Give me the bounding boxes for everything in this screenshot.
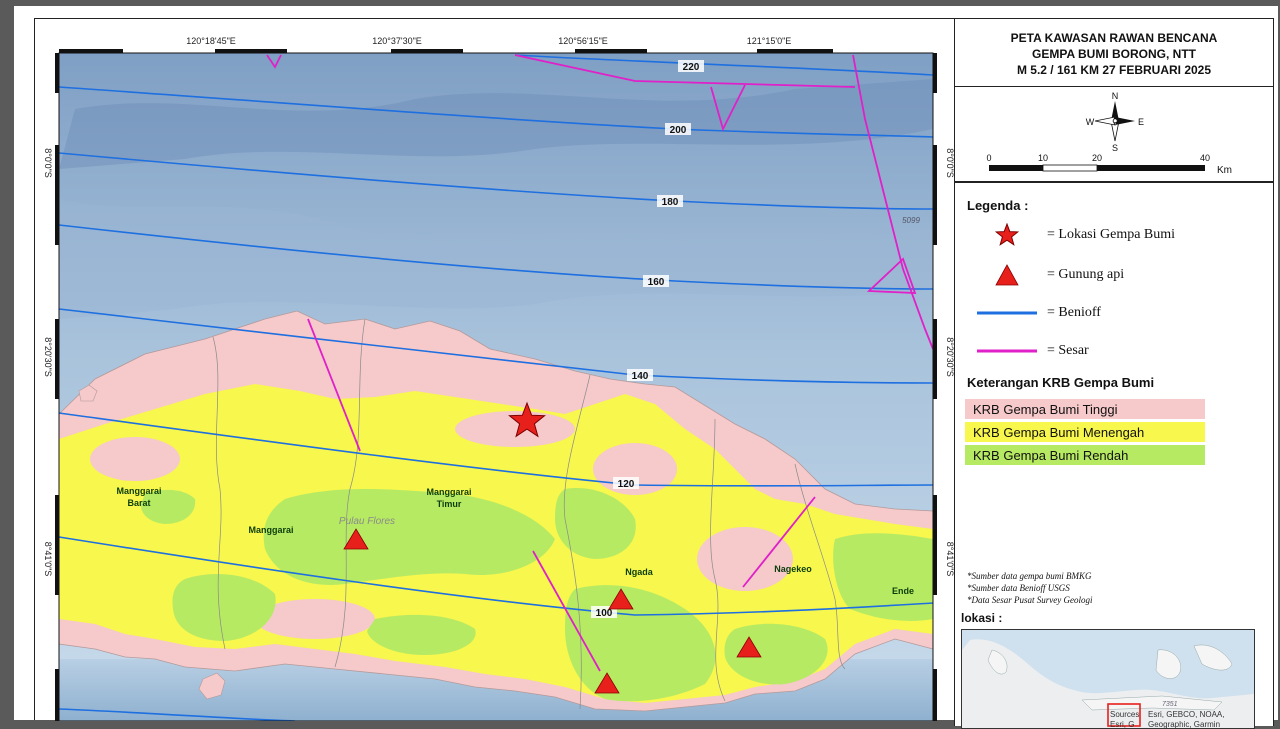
krb-title: Keterangan KRB Gempa Bumi [967, 375, 1155, 390]
compass-e: E [1138, 117, 1144, 127]
map-title: PETA KAWASAN RAWAN BENCANA [1010, 31, 1218, 45]
compass-and-scale: N S W E 0 10 20 40 Km [986, 91, 1232, 176]
scale-tick: 0 [986, 153, 991, 163]
map-title-panel: PETA KAWASAN RAWAN BENCANA GEMPA BUMI BO… [954, 18, 1274, 90]
legend-title: Legenda : [967, 198, 1029, 213]
map-sheet: 220 200 180 160 140 120 100 Manggarai Ba… [14, 6, 1278, 729]
krb-label: KRB Gempa Bumi Menengah [973, 424, 1145, 440]
star-icon [967, 223, 1047, 247]
compass-panel: N S W E 0 10 20 40 Km [954, 86, 1274, 182]
source-note: *Sumber data Benioff USGS [967, 583, 1070, 593]
line-icon [967, 301, 1047, 325]
benioff-label: 220 [683, 62, 700, 73]
region-label: Ende [892, 586, 914, 596]
event-info: M 5.2 / 161 KM 27 FEBRUARI 2025 [1016, 63, 1212, 77]
inset-map-canvas: Sources Esri, G Esri, GEBCO, NOAA, Geogr… [962, 630, 1254, 728]
longitude-label: 120°18'45"E [186, 36, 236, 46]
depth-label: 5099 [902, 216, 920, 225]
region-label: Manggarai [116, 486, 161, 496]
triangle-icon [967, 263, 1047, 287]
legend-label: = Benioff [1047, 305, 1101, 320]
latitude-label-left: 8°0'0"S [43, 148, 53, 178]
inset-source: Esri, G [1110, 720, 1134, 728]
location-inset-map: Sources Esri, G Esri, GEBCO, NOAA, Geogr… [961, 629, 1255, 729]
map-frame: 220 200 180 160 140 120 100 Manggarai Ba… [34, 18, 958, 721]
inset-source: Sources [1110, 710, 1139, 719]
benioff-label: 180 [662, 197, 679, 208]
legend-label: = Sesar [1047, 343, 1089, 358]
region-label: Manggarai [248, 525, 293, 535]
region-label: Nagekeo [774, 564, 812, 574]
latitude-label-left: 8°41'0"S [43, 542, 53, 577]
source-note: *Data Sesar Pusat Survey Geologi [967, 595, 1093, 605]
compass-w: W [1086, 117, 1095, 127]
krb-label: KRB Gempa Bumi Tinggi [973, 401, 1118, 417]
region-label: Barat [127, 498, 150, 508]
source-note: *Sumber data gempa bumi BMKG [967, 571, 1092, 581]
krb-label: KRB Gempa Bumi Rendah [973, 447, 1129, 463]
benioff-label: 200 [670, 125, 687, 136]
longitude-label: 121°15'0"E [747, 36, 792, 46]
latitude-label-left: 8°20'30"S [43, 337, 53, 377]
inset-attribution: Geographic, Garmin [1148, 720, 1220, 728]
krb-high-pocket [90, 437, 180, 481]
krb-legend-medium: KRB Gempa Bumi Menengah [965, 422, 1205, 442]
scale-tick: 20 [1092, 153, 1102, 163]
legend-item-earthquake: = Lokasi Gempa Bumi [967, 223, 1175, 247]
map-subtitle: GEMPA BUMI BORONG, NTT [1032, 47, 1196, 61]
legend-item-fault: = Sesar [967, 339, 1089, 363]
map-canvas: 220 200 180 160 140 120 100 Manggarai Ba… [43, 36, 955, 721]
scale-tick: 40 [1200, 153, 1210, 163]
legend-label: = Lokasi Gempa Bumi [1047, 227, 1176, 242]
legend-item-benioff: = Benioff [967, 301, 1101, 325]
compass-s: S [1112, 143, 1118, 153]
inset-attribution: Esri, GEBCO, NOAA, [1148, 710, 1224, 719]
island-label: Pulau Flores [339, 516, 395, 527]
inset-depth: 7351 [1162, 701, 1178, 708]
scale-tick: 10 [1038, 153, 1048, 163]
legend-label: = Gunung api [1047, 267, 1125, 282]
longitude-label: 120°56'15"E [558, 36, 608, 46]
scale-bar: 0 10 20 40 Km [986, 153, 1232, 176]
legend-panel: Legenda : = Lokasi Gempa Bumi = Gunung a… [954, 182, 1274, 729]
location-title: lokasi : [961, 611, 1003, 625]
region-label: Manggarai [426, 487, 471, 497]
region-label: Ngada [625, 567, 654, 577]
north-arrow-icon: N S W E [1086, 91, 1144, 153]
benioff-label: 120 [618, 479, 635, 490]
compass-n: N [1112, 91, 1119, 101]
benioff-label: 160 [648, 277, 665, 288]
benioff-label: 100 [596, 608, 613, 619]
region-label: Timur [437, 499, 462, 509]
line-icon [967, 339, 1047, 363]
krb-legend-low: KRB Gempa Bumi Rendah [965, 445, 1205, 465]
krb-legend-high: KRB Gempa Bumi Tinggi [965, 399, 1205, 419]
benioff-label: 140 [632, 371, 649, 382]
legend-item-volcano: = Gunung api [967, 263, 1124, 287]
longitude-label: 120°37'30"E [372, 36, 422, 46]
scale-unit: Km [1217, 165, 1232, 176]
